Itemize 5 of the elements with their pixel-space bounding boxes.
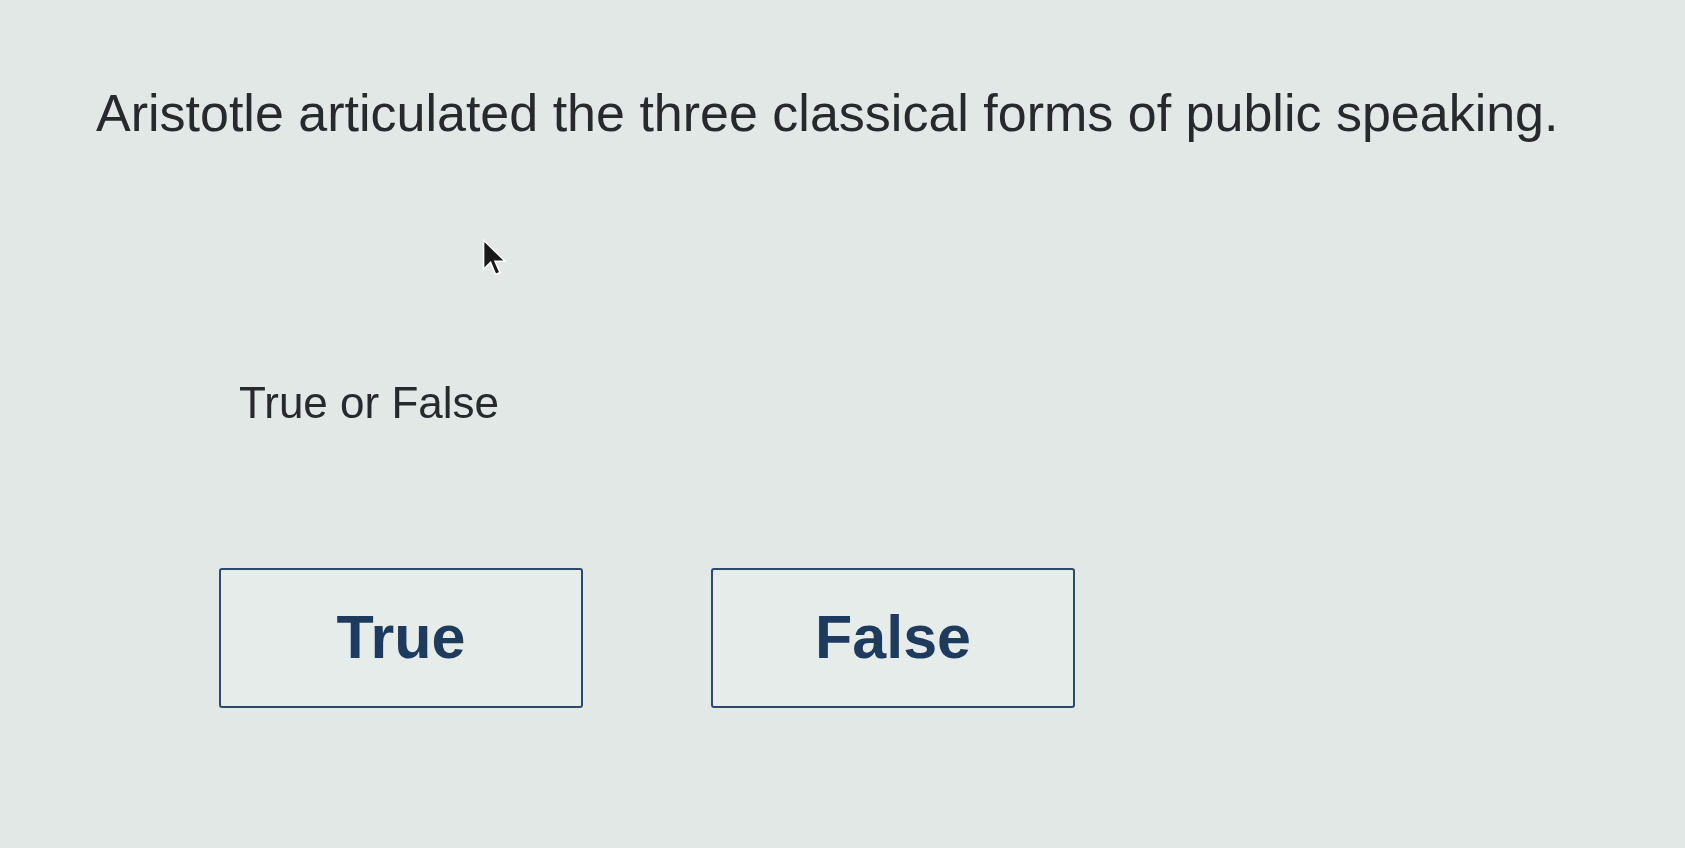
prompt-text: True or False	[239, 378, 499, 428]
answer-option[interactable]: True	[219, 568, 583, 708]
question-text: Aristotle articulated the three classical forms of public speaking.	[96, 83, 1559, 144]
cursor-icon	[482, 239, 508, 277]
answer-option[interactable]: False	[711, 568, 1075, 708]
